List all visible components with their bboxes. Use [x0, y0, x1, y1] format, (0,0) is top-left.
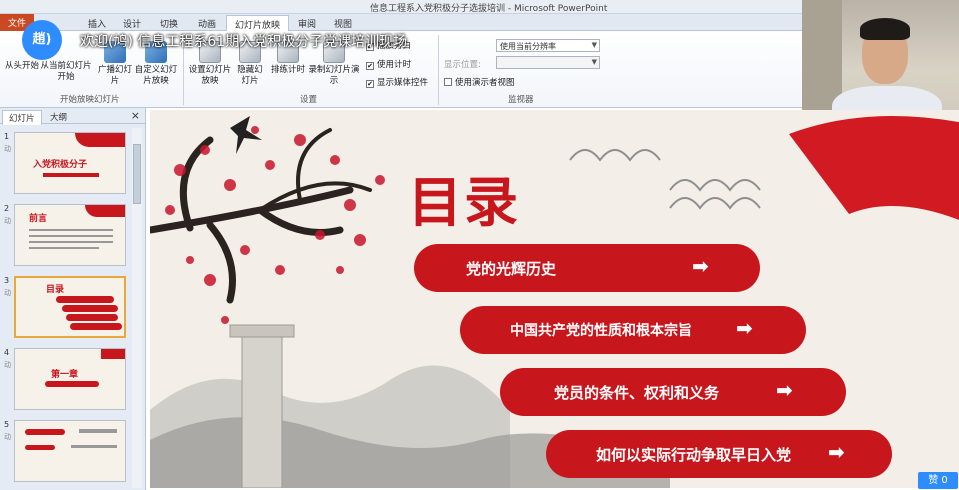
- toc-item-3[interactable]: 党员的条件、权利和义务 ➡: [500, 368, 846, 416]
- animation-marker: 动: [4, 361, 11, 369]
- thumb-title: 前言: [29, 214, 48, 224]
- slide-preview: 第一章: [14, 348, 126, 410]
- presenter-view-label: 使用演示者视图: [455, 78, 515, 88]
- tab-slides[interactable]: 幻灯片: [2, 110, 42, 125]
- thumb-title: 第一章: [51, 370, 79, 380]
- presenter-view-check[interactable]: 使用演示者视图: [444, 76, 515, 88]
- group-start-show-label: 开始放映幻灯片: [60, 95, 120, 105]
- pane-scrollbar[interactable]: [132, 128, 142, 488]
- swallow-shape: [230, 116, 262, 154]
- slides-pane: 幻灯片 大纲 × 1 动 入党积极分子 2 动 前言 3 动 目录 4 动 第一…: [0, 108, 146, 490]
- from-current-label: 从当前幻灯片开始: [40, 61, 92, 82]
- close-icon[interactable]: ×: [131, 109, 140, 122]
- hide-slide-label: 隐藏幻灯片: [237, 65, 263, 86]
- slide-number: 1: [4, 132, 10, 141]
- toc-item-2[interactable]: 中国共产党的性质和根本宗旨 ➡: [460, 306, 806, 354]
- toc-item-label: 党的光辉历史: [466, 260, 557, 278]
- arrow-right-icon: ➡: [692, 254, 709, 278]
- column-cap: [229, 324, 295, 338]
- broadcast-label: 广播幻灯片: [98, 65, 133, 86]
- slide-number: 3: [4, 276, 10, 285]
- slide-title[interactable]: 目录: [408, 158, 520, 237]
- webcam-feed: [802, 0, 959, 127]
- media-controls-label: 显示媒体控件: [377, 78, 429, 88]
- slide-thumbnail-1[interactable]: 1 动 入党积极分子: [0, 130, 132, 196]
- chevron-down-icon: ▼: [591, 41, 597, 49]
- toc-item-label: 党员的条件、权利和义务: [554, 384, 720, 402]
- chevron-down-icon: ▼: [591, 58, 597, 66]
- slide-preview: 前言: [14, 204, 126, 266]
- column-shape: [241, 324, 283, 488]
- slide-thumbnail-4[interactable]: 4 动 第一章: [0, 346, 132, 412]
- animation-marker: 动: [4, 289, 11, 297]
- tab-outline[interactable]: 大纲: [44, 110, 73, 124]
- from-current-button[interactable]: 从当前幻灯片开始: [38, 61, 94, 83]
- slide-preview-selected: 目录: [14, 276, 126, 338]
- use-timings-label: 使用计时: [377, 60, 412, 70]
- like-counter-button[interactable]: 赞 0: [918, 472, 958, 489]
- presenter-hair: [860, 18, 910, 40]
- host-avatar[interactable]: 趙): [22, 20, 62, 60]
- setup-show-label: 设置幻灯片放映: [188, 65, 232, 86]
- group-monitors-label: 监视器: [508, 95, 534, 105]
- media-controls-check[interactable]: ✔ 显示媒体控件: [366, 76, 428, 88]
- screen: 信息工程系入党积极分子选拔培训 - Microsoft PowerPoint 文…: [0, 0, 959, 490]
- welcome-marquee: 欢迎(鸠) 信息工程系61期入党积极分子党课培训现场: [80, 34, 408, 50]
- from-start-label: 从头开始: [4, 61, 39, 71]
- animation-marker: 动: [4, 433, 11, 441]
- toc-item-label: 如何以实际行动争取早日入党: [596, 446, 792, 464]
- checkbox-checked-icon: ✔: [366, 80, 374, 88]
- slide-preview: [14, 420, 126, 482]
- group-setup-label: 设置: [300, 95, 318, 105]
- slide-preview: 入党积极分子: [14, 132, 126, 194]
- record-label: 录制幻灯片演示: [308, 65, 360, 86]
- thumb-title: 目录: [46, 285, 65, 295]
- animation-marker: 动: [4, 217, 11, 225]
- animation-marker: 动: [4, 145, 11, 153]
- slide-number: 5: [4, 420, 10, 429]
- toc-item-4[interactable]: 如何以实际行动争取早日入党 ➡: [546, 430, 892, 478]
- slide-number: 2: [4, 204, 10, 213]
- checkbox-unchecked-icon: [444, 78, 452, 86]
- arrow-right-icon: ➡: [736, 316, 753, 340]
- red-flag-graphic: [789, 116, 959, 220]
- toc-item-1[interactable]: 党的光辉历史 ➡: [414, 244, 760, 292]
- slide-canvas[interactable]: 目录 党的光辉历史 ➡ 中国共产党的性质和根本宗旨 ➡ 党员的条件、权利和义务 …: [150, 110, 959, 488]
- arrow-right-icon: ➡: [776, 378, 793, 402]
- thumb-title: 入党积极分子: [33, 160, 88, 170]
- live-overlay: 趙) 欢迎(鸠) 信息工程系61期入党积极分子党课培训现场: [22, 20, 542, 60]
- arrow-right-icon: ➡: [828, 440, 845, 464]
- scrollbar-thumb[interactable]: [133, 144, 141, 204]
- toc-item-label: 中国共产党的性质和根本宗旨: [510, 323, 692, 339]
- slide-thumbnail-2[interactable]: 2 动 前言: [0, 202, 132, 268]
- rehearse-label: 排练计时: [270, 65, 305, 75]
- slide-thumbnail-3[interactable]: 3 动 目录: [0, 274, 132, 340]
- custom-show-label: 自定义幻灯片放映: [134, 65, 178, 86]
- slide-thumbnail-5[interactable]: 5 动: [0, 418, 132, 484]
- slide-number: 4: [4, 348, 10, 357]
- checkbox-checked-icon: ✔: [366, 62, 374, 70]
- pane-tabs: 幻灯片 大纲 ×: [0, 108, 146, 125]
- window-title: 信息工程系入党积极分子选拔培训 - Microsoft PowerPoint: [370, 4, 608, 14]
